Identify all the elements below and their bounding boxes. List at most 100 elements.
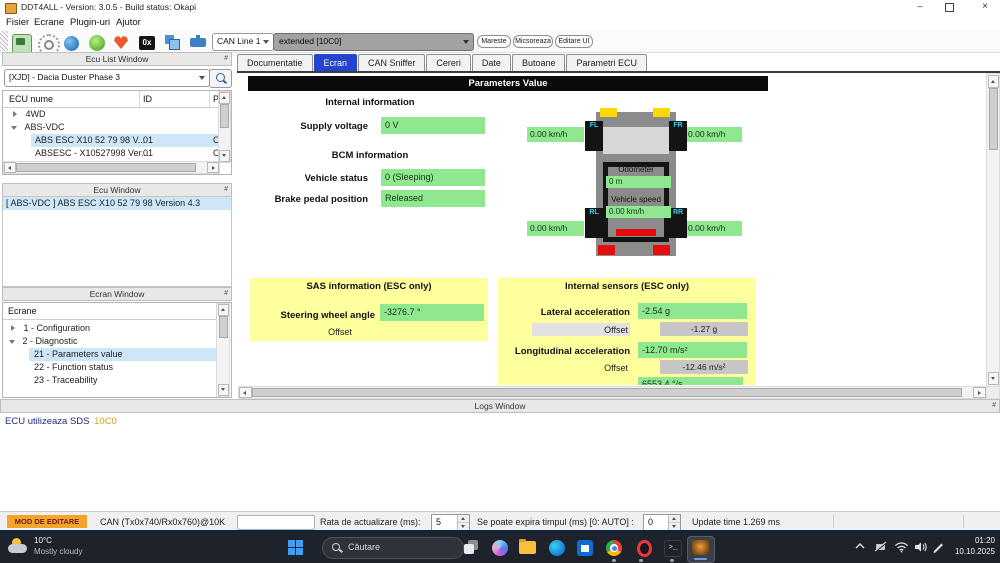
- dock-pin-icon[interactable]: #: [224, 53, 228, 65]
- start-button[interactable]: [288, 540, 304, 556]
- scroll-thumb[interactable]: [220, 104, 229, 128]
- tab-can-sniffer[interactable]: CAN Sniffer: [358, 54, 425, 71]
- scroll-down-button[interactable]: [219, 150, 230, 162]
- ddt4all-taskbar-slot[interactable]: [687, 536, 715, 563]
- tree-item-parameters-value[interactable]: 21 - Parameters value: [29, 348, 216, 361]
- expand-icon[interactable]: [13, 111, 17, 117]
- spin-down-button[interactable]: [458, 523, 469, 530]
- spin-up-button[interactable]: [458, 515, 469, 523]
- taskbar-search[interactable]: Căutare: [322, 537, 464, 559]
- restore-button[interactable]: [945, 3, 954, 12]
- can-line-combo[interactable]: CAN Line 1: [212, 33, 274, 51]
- edit-ui-button[interactable]: Editare UI: [555, 35, 593, 48]
- ecu-table-hscrollbar[interactable]: [3, 161, 220, 174]
- tray-clock[interactable]: 01:20 10.10.2025: [945, 536, 995, 560]
- scroll-thumb[interactable]: [219, 316, 228, 338]
- menu-ecrane[interactable]: Ecrane: [34, 17, 64, 28]
- tab-ecran[interactable]: Ecran: [314, 54, 358, 71]
- tab-cereri[interactable]: Cereri: [426, 54, 471, 71]
- session-combo[interactable]: extended [10C0]: [273, 33, 474, 51]
- spin-up-button[interactable]: [669, 515, 680, 523]
- vehicle-combo[interactable]: [XJD] - Dacia Duster Phase 3: [4, 69, 210, 87]
- tree-item-configuration[interactable]: 1 - Configuration: [3, 322, 216, 335]
- scroll-down-button[interactable]: [988, 372, 999, 385]
- scroll-thumb[interactable]: [16, 163, 196, 172]
- ecu-version-item[interactable]: [ ABS-VDC ] ABS ESC X10 52 79 98 Version…: [3, 197, 231, 210]
- pipe-icon[interactable]: [190, 38, 206, 47]
- steering-angle-field: -3276.7 °: [380, 304, 484, 321]
- dock-pin-icon[interactable]: #: [992, 400, 996, 412]
- dock-pin-icon[interactable]: #: [224, 288, 228, 300]
- ecu-search-button[interactable]: [209, 69, 232, 88]
- scroll-up-button[interactable]: [219, 92, 230, 104]
- menu-fisier[interactable]: Fisier: [6, 17, 29, 28]
- chrome-icon[interactable]: [606, 540, 622, 556]
- tree-item-abs-vdc[interactable]: ABS-VDC: [3, 121, 218, 134]
- longitudinal-accel-label: Longitudinal acceleration: [500, 346, 630, 357]
- task-view-icon[interactable]: [464, 540, 480, 556]
- microsoft-store-icon[interactable]: [577, 540, 593, 556]
- scroll-up-button[interactable]: [218, 304, 229, 316]
- hex-mode-icon[interactable]: 0x: [139, 36, 155, 50]
- close-button[interactable]: ×: [972, 0, 998, 15]
- scroll-up-button[interactable]: [988, 75, 999, 88]
- minimize-button[interactable]: –: [905, 0, 935, 15]
- screens-pick-icon[interactable]: [165, 35, 183, 53]
- zoom-out-button[interactable]: Micsoreaza: [513, 35, 553, 48]
- globe-icon[interactable]: [64, 36, 79, 51]
- content-vscrollbar[interactable]: [986, 73, 1000, 387]
- pen-input-icon[interactable]: [932, 541, 945, 553]
- spin-down-button[interactable]: [669, 523, 680, 530]
- tree-item-4wd[interactable]: 4WD: [3, 108, 218, 121]
- opera-icon[interactable]: [637, 540, 652, 557]
- tree-item-ecu-2[interactable]: ABSESC - X10527998 Ver... 01 CA: [31, 147, 218, 160]
- ecran-tree-header[interactable]: Ecrane: [3, 303, 216, 320]
- tree-item-diagnostic[interactable]: 2 - Diagnostic: [3, 335, 216, 348]
- weather-widget[interactable]: 10°C Mostly cloudy: [4, 533, 114, 563]
- content-hscrollbar[interactable]: [238, 386, 987, 399]
- menu-plugin-uri[interactable]: Plugin-uri: [70, 17, 110, 28]
- tray-chevron-icon[interactable]: [854, 541, 866, 551]
- ecu-table-vscrollbar[interactable]: [218, 91, 231, 163]
- volume-icon[interactable]: [914, 541, 928, 553]
- tab-butoane[interactable]: Butoane: [512, 54, 566, 71]
- muted-device-icon[interactable]: [874, 541, 888, 553]
- scroll-right-button[interactable]: [207, 162, 219, 173]
- collapse-icon[interactable]: [9, 340, 15, 344]
- tree-item-ecu-1[interactable]: ABS ESC X10 52 79 98 V... 01 CA: [31, 134, 218, 147]
- copilot-icon[interactable]: [492, 540, 508, 556]
- zoom-in-button[interactable]: Mareste: [477, 35, 511, 48]
- wheel-fl: FL: [585, 121, 603, 151]
- expand-icon[interactable]: [11, 325, 15, 331]
- col-id[interactable]: ID: [143, 94, 152, 104]
- ecu-connect-icon[interactable]: [12, 34, 32, 54]
- windows-logo-icon: [296, 540, 303, 547]
- scroll-right-button[interactable]: [973, 387, 986, 398]
- tab-documentatie[interactable]: Documentatie: [237, 54, 313, 71]
- file-explorer-icon[interactable]: [519, 541, 536, 554]
- ecran-tree-vscrollbar[interactable]: [216, 303, 230, 397]
- tree-item-function-status[interactable]: 22 - Function status: [29, 361, 216, 374]
- tab-parametri-ecu[interactable]: Parametri ECU: [566, 54, 647, 71]
- timeout-spinner[interactable]: 0: [643, 514, 681, 531]
- edge-icon[interactable]: [549, 540, 565, 556]
- scroll-thumb[interactable]: [252, 388, 962, 397]
- logs-content[interactable]: ECU utilizeaza SDS 10C0: [0, 413, 1000, 511]
- collapse-icon[interactable]: [11, 126, 17, 130]
- scroll-left-button[interactable]: [239, 387, 252, 398]
- refresh-rate-spinner[interactable]: 5: [431, 514, 470, 531]
- tab-date[interactable]: Date: [472, 54, 511, 71]
- tree-item-traceability[interactable]: 23 - Traceability: [29, 374, 216, 387]
- statusbar-input[interactable]: [237, 515, 315, 530]
- update-time-label: Update time 1.269 ms: [692, 517, 780, 527]
- scroll-down-button[interactable]: [218, 384, 229, 396]
- toolbar-grip[interactable]: [0, 31, 8, 51]
- wifi-icon[interactable]: [894, 541, 909, 553]
- run-icon[interactable]: [89, 35, 105, 51]
- menu-ajutor[interactable]: Ajutor: [116, 17, 141, 28]
- scroll-thumb[interactable]: [989, 88, 998, 150]
- terminal-icon[interactable]: >_: [664, 540, 682, 557]
- dock-pin-icon[interactable]: #: [224, 184, 228, 196]
- col-ecu-nume[interactable]: ECU nume: [9, 94, 53, 104]
- scroll-left-button[interactable]: [4, 162, 16, 173]
